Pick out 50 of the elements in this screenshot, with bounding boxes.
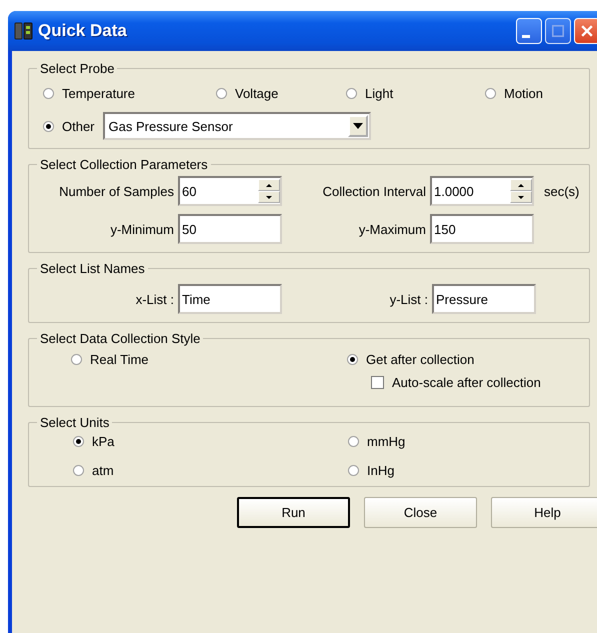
maximize-button[interactable] (545, 18, 571, 44)
unit-radio[interactable]: atm (73, 463, 114, 478)
group-title: Select List Names (39, 261, 146, 276)
close-button[interactable] (574, 18, 597, 44)
field-label: Collection Interval (322, 184, 426, 198)
maximize-icon (550, 23, 566, 39)
probe-radio[interactable]: Other (43, 118, 95, 134)
input-field[interactable]: 1.0000 (430, 176, 534, 206)
probe-radio[interactable]: Motion (485, 86, 544, 100)
unit-radio[interactable]: InHg (348, 463, 394, 478)
style-radio[interactable]: Real Time (71, 352, 149, 367)
group-title: Select Data Collection Style (39, 331, 202, 346)
dialog-button[interactable]: Help (491, 497, 597, 528)
auto-scale-checkbox[interactable]: Auto-scale after collection (371, 375, 541, 390)
minimize-icon (522, 34, 530, 38)
probe-radio[interactable]: Light (346, 86, 394, 100)
radio-dot-icon[interactable] (73, 436, 84, 447)
minimize-button[interactable] (516, 18, 542, 44)
window-title: Quick Data (38, 21, 128, 41)
close-icon (579, 23, 595, 39)
sensor-dropdown[interactable]: Gas Pressure Sensor (102, 112, 371, 140)
dialog-button[interactable]: Run (237, 497, 350, 528)
input-field[interactable]: 150 (430, 214, 534, 244)
probe-radio[interactable]: Voltage (216, 86, 278, 100)
unit-radio[interactable]: mmHg (348, 434, 406, 449)
input-field[interactable]: Pressure (432, 284, 536, 314)
group-title: Select Probe (39, 61, 116, 76)
radio-dot-icon[interactable] (347, 354, 358, 365)
input-field[interactable]: Time (178, 284, 282, 314)
app-icon (14, 21, 34, 41)
group-title: Select Units (39, 415, 110, 430)
field-label: y-List : (388, 292, 428, 306)
radio-dot-icon[interactable] (348, 436, 359, 447)
field-label: x-List : (134, 292, 174, 306)
probe-radio[interactable]: Temperature (43, 86, 135, 100)
field-label: y-Minimum (109, 222, 174, 236)
group-title: Select Collection Parameters (39, 157, 209, 172)
radio-dot-icon[interactable] (73, 465, 84, 476)
field-label: y-Maximum (358, 222, 426, 236)
input-field[interactable]: 50 (178, 214, 282, 244)
style-radio[interactable]: Get after collection (347, 352, 474, 367)
unit-label: sec(s) (544, 184, 580, 198)
radio-dot-icon[interactable] (71, 354, 82, 365)
unit-radio[interactable]: kPa (73, 434, 114, 449)
dialog-button[interactable]: Close (364, 497, 477, 528)
radio-dot-icon[interactable] (348, 465, 359, 476)
spinner-icon[interactable] (510, 179, 532, 203)
spinner-icon[interactable] (258, 179, 280, 203)
field-label: Number of Samples (58, 184, 174, 198)
input-field[interactable]: 60 (178, 176, 282, 206)
